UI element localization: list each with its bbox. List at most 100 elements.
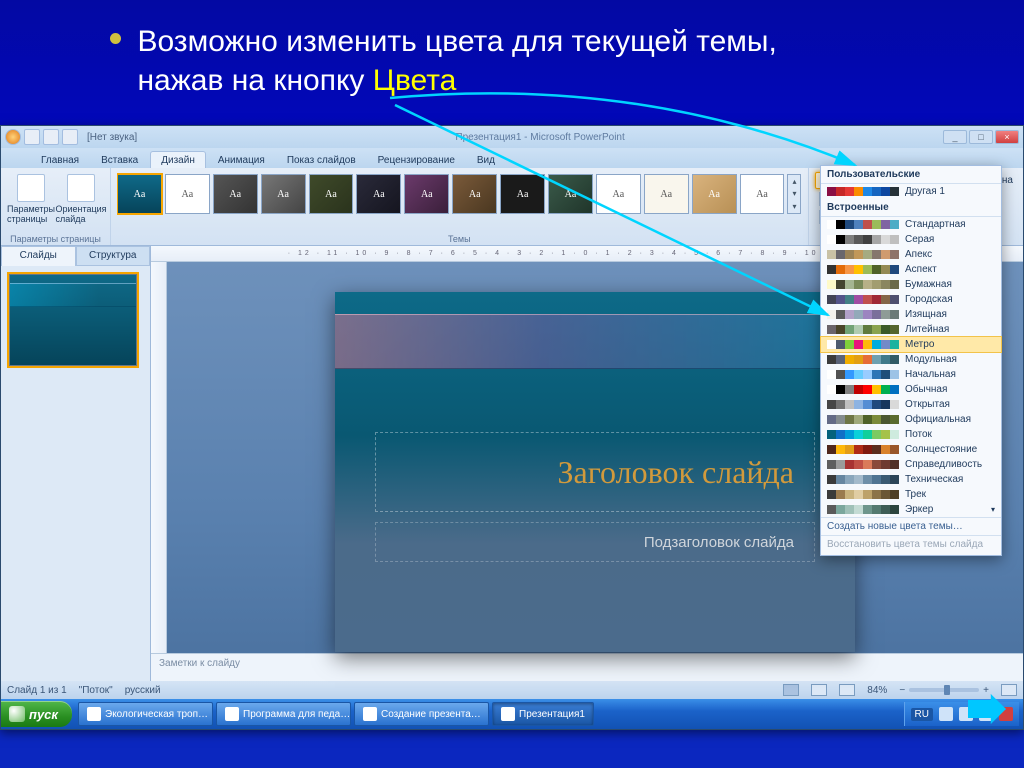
color-scheme-row[interactable]: Справедливость [821,457,1001,472]
slide-orientation-button[interactable]: Ориентация слайда [57,170,105,224]
zoom-in-icon[interactable]: + [983,685,989,696]
close-button[interactable]: × [995,130,1019,144]
page-setup-icon [17,174,45,202]
color-scheme-row[interactable]: Серая [821,232,1001,247]
ribbon-tab[interactable]: Дизайн [150,151,206,168]
color-scheme-row[interactable]: Официальная [821,412,1001,427]
maximize-button[interactable]: □ [969,130,993,144]
zoom-percent[interactable]: 84% [867,685,887,696]
taskbar-item[interactable]: Создание презента… [354,702,489,726]
tray-icon[interactable] [939,707,953,721]
ribbon-tab[interactable]: Главная [31,152,89,168]
slide-subtitle-placeholder[interactable]: Подзаголовок слайда [375,522,815,562]
theme-thumbnail[interactable]: Aa [740,174,785,214]
theme-thumbnail[interactable]: Aa [644,174,689,214]
color-swatches [827,250,899,259]
status-bar: Слайд 1 из 1 "Поток" русский 84% − + [1,681,1023,699]
color-scheme-row[interactable]: Литейная [821,322,1001,337]
color-swatches [827,220,899,229]
zoom-slider[interactable]: − + [899,685,989,696]
taskbar-item[interactable]: Программа для педа… [216,702,351,726]
slide-title-placeholder[interactable]: Заголовок слайда [375,432,815,512]
color-scheme-row[interactable]: Начальная [821,367,1001,382]
color-scheme-row[interactable]: Поток [821,427,1001,442]
ribbon-group-themes: AaAaAaAaAaAaAaAaAaAaAaAaAaAa▴▾▾ Темы [111,168,809,245]
color-scheme-row[interactable]: Бумажная [821,277,1001,292]
theme-thumbnail[interactable]: Aa [404,174,449,214]
theme-thumbnail[interactable]: Aa [452,174,497,214]
color-scheme-row[interactable]: Апекс [821,247,1001,262]
ribbon-tab[interactable]: Показ слайдов [277,152,366,168]
slide-thumbnail[interactable] [9,274,137,366]
color-swatches [827,265,899,274]
color-scheme-row[interactable]: Метро [821,337,1001,352]
color-scheme-row[interactable]: Другая 1 [821,184,1001,199]
color-swatches [827,460,899,469]
quick-access-toolbar: [Нет звука] [5,129,137,145]
create-new-colors-link[interactable]: Создать новые цвета темы… [821,517,1001,535]
theme-thumbnail[interactable]: Aa [692,174,737,214]
color-scheme-row[interactable]: Трек [821,487,1001,502]
zoom-out-icon[interactable]: − [899,685,905,696]
theme-thumbnail[interactable]: Aa [165,174,210,214]
theme-thumbnail[interactable]: Aa [309,174,354,214]
theme-thumbnail[interactable]: Aa [500,174,545,214]
group-label-page: Параметры страницы [1,234,110,244]
color-swatches [827,325,899,334]
group-label-themes: Темы [111,234,808,244]
ribbon-tab[interactable]: Вставка [91,152,148,168]
office-button[interactable] [5,129,21,145]
window-title: Презентация1 - Microsoft PowerPoint [137,132,943,143]
view-sorter-button[interactable] [811,684,827,696]
notes-pane[interactable]: Заметки к слайду [151,653,1023,681]
color-scheme-row[interactable]: Аспект [821,262,1001,277]
color-scheme-row[interactable]: Обычная [821,382,1001,397]
color-swatches [827,385,899,394]
theme-thumbnail[interactable]: Aa [548,174,593,214]
color-scheme-row[interactable]: Городская [821,292,1001,307]
pane-tab[interactable]: Слайды [1,246,76,266]
fit-to-window-button[interactable] [1001,684,1017,696]
taskbar-item[interactable]: Экологическая троп… [78,702,213,726]
color-scheme-row[interactable]: Техническая [821,472,1001,487]
slide-preview: Заголовок слайда Подзаголовок слайда [335,292,855,652]
ribbon-tab[interactable]: Анимация [208,152,275,168]
themes-gallery[interactable]: AaAaAaAaAaAaAaAaAaAaAaAaAaAa▴▾▾ [117,170,802,228]
pane-tab[interactable]: Структура [76,246,151,266]
view-normal-button[interactable] [783,684,799,696]
color-scheme-row[interactable]: Эркер▾ [821,502,1001,517]
color-swatches [827,505,899,514]
color-scheme-row[interactable]: Открытая [821,397,1001,412]
theme-thumbnail[interactable]: Aa [356,174,401,214]
ribbon-tab[interactable]: Рецензирование [368,152,465,168]
windows-taskbar: пуск Экологическая троп…Программа для пе… [1,699,1023,729]
theme-colors-dropdown: ПользовательскиеДругая 1ВстроенныеСтанда… [820,165,1002,556]
minimize-button[interactable]: _ [943,130,967,144]
theme-thumbnail[interactable]: Aa [596,174,641,214]
status-language[interactable]: русский [125,685,161,696]
taskbar-item[interactable]: Презентация1 [492,702,594,726]
themes-gallery-more-button[interactable]: ▴▾▾ [787,174,801,214]
tray-language[interactable]: RU [911,708,933,721]
theme-thumbnail[interactable]: Aa [117,174,162,214]
theme-thumbnail[interactable]: Aa [213,174,258,214]
color-scheme-row[interactable]: Изящная [821,307,1001,322]
color-swatches [827,445,899,454]
color-swatches [827,490,899,499]
qat-save-icon[interactable] [24,129,40,145]
qat-redo-icon[interactable] [62,129,78,145]
slides-pane-tabs: СлайдыСтруктура [1,246,150,266]
color-scheme-row[interactable]: Солнцестояние [821,442,1001,457]
color-swatches [827,295,899,304]
color-scheme-row[interactable]: Стандартная [821,217,1001,232]
colors-section-builtin: Встроенные [821,199,1001,217]
qat-sound-label: [Нет звука] [87,132,137,143]
qat-undo-icon[interactable] [43,129,59,145]
start-button[interactable]: пуск [1,701,72,727]
page-setup-button[interactable]: Параметры страницы [7,170,55,224]
view-slideshow-button[interactable] [839,684,855,696]
theme-thumbnail[interactable]: Aa [261,174,306,214]
color-swatches [827,187,899,196]
color-scheme-row[interactable]: Модульная [821,352,1001,367]
ribbon-tab[interactable]: Вид [467,152,505,168]
